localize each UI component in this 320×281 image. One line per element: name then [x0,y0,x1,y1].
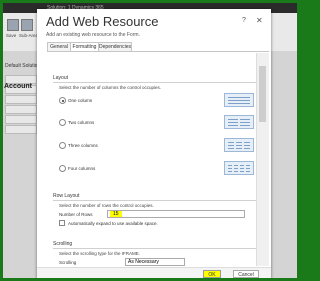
scrolling-description: Select the scrolling type for the IFRAME… [59,251,141,256]
row-layout-section-title: Row Layout [53,193,80,199]
dialog-title: Add Web Resource [46,14,159,29]
close-icon[interactable]: ✕ [256,16,263,25]
sub-area-icon[interactable] [21,19,33,31]
cancel-button[interactable]: Cancel [233,270,259,278]
row-layout-description: Select the number of rows the control oc… [59,203,154,208]
add-web-resource-dialog: Add Web Resource Add an existing web res… [37,9,271,278]
scrolling-select[interactable]: As Necessary [125,258,185,266]
radio-one-column[interactable] [59,97,66,104]
radio-label-three-columns: Three columns [68,143,98,148]
solution-label: Default Solutio [5,63,38,69]
nav-row[interactable] [5,115,37,124]
help-icon[interactable]: ? [242,17,246,24]
section-divider [53,248,256,249]
radio-three-columns[interactable] [59,142,66,149]
layout-section-title: Layout [53,75,69,81]
number-of-rows-value: 15 [110,211,122,217]
tab-divider [47,51,269,52]
radio-label-two-columns: Two columns [68,120,95,125]
auto-expand-checkbox[interactable] [59,220,65,226]
screenshot-frame: Solution: 1 Dynamics 365 Save Sub-Area D… [3,3,297,278]
nav-row[interactable] [5,95,37,104]
nav-row[interactable] [5,105,37,114]
tab-dependencies[interactable]: Dependencies [98,42,132,51]
tab-general[interactable]: General [47,42,71,51]
scrollbar-thumb[interactable] [259,66,266,122]
ok-button[interactable]: OK [203,270,221,278]
ribbon-label-save: Save [6,33,17,38]
radio-label-one-column: One column [68,98,93,103]
layout-preview-one-column [224,93,254,107]
section-divider [53,200,256,201]
scrolling-label: Scrolling [59,260,77,265]
layout-preview-two-columns [224,115,254,129]
layout-description: Select the number of columns the control… [59,85,162,90]
entity-title: Account [4,83,32,90]
radio-four-columns[interactable] [59,165,66,172]
radio-two-columns[interactable] [59,119,66,126]
number-of-rows-input[interactable]: 15 [107,210,245,218]
number-of-rows-label: Number of Rows [59,212,93,217]
nav-row[interactable] [5,125,37,134]
app-right-panel [271,51,297,278]
save-icon[interactable] [7,19,19,31]
dialog-footer: OK Cancel [37,267,271,278]
auto-expand-label: Automatically expand to use available sp… [68,221,158,226]
layout-preview-four-columns [224,161,254,175]
layout-preview-three-columns [224,138,254,152]
formatting-panel: Layout Select the number of columns the … [49,53,268,266]
dialog-scrollbar[interactable] [256,53,269,266]
scrolling-section-title: Scrolling [53,241,73,247]
dialog-subtitle: Add an existing web resource to the Form… [46,32,140,38]
section-divider [53,82,256,83]
radio-label-four-columns: Four columns [68,166,96,171]
ribbon-label-sub-area: Sub-Area [19,33,39,38]
